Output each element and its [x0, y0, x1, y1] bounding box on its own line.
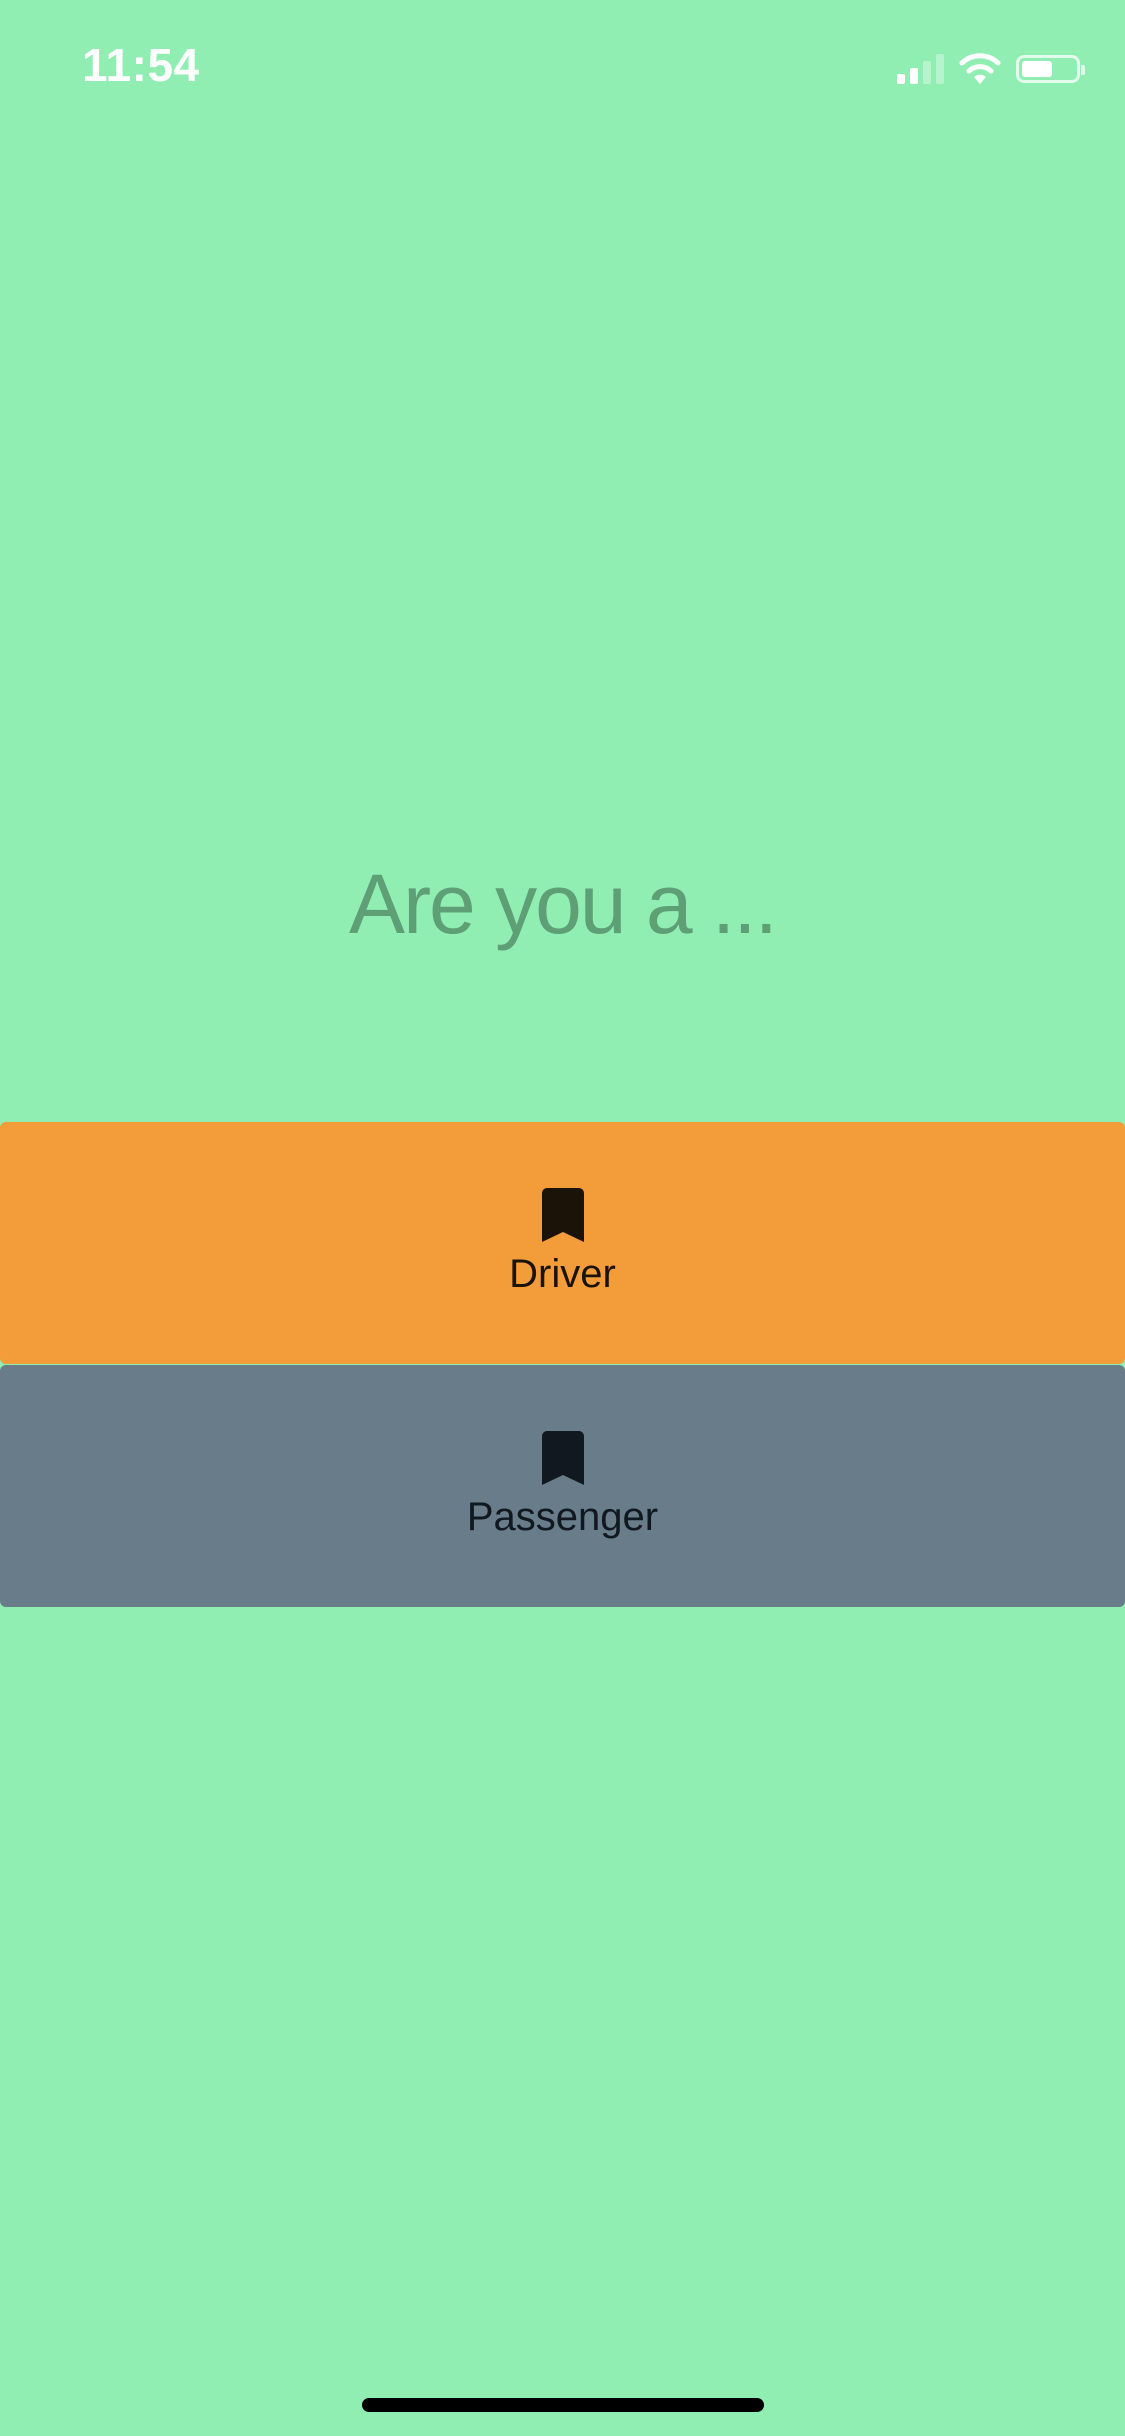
page-title: Are you a ...: [349, 857, 778, 951]
bookmark-icon: [541, 1431, 584, 1485]
status-icons: [897, 52, 1085, 86]
passenger-label: Passenger: [466, 1495, 659, 1539]
status-time: 11:54: [82, 39, 200, 91]
battery-level: [1022, 61, 1053, 77]
passenger-button[interactable]: Passenger: [0, 1365, 1125, 1607]
battery-icon: [1016, 55, 1085, 83]
cellular-signal-icon: [897, 54, 944, 84]
driver-label: Driver: [509, 1252, 616, 1296]
home-indicator[interactable]: [362, 2398, 764, 2412]
bookmark-icon: [541, 1188, 584, 1242]
driver-button[interactable]: Driver: [0, 1122, 1125, 1364]
wifi-icon: [959, 53, 1001, 84]
